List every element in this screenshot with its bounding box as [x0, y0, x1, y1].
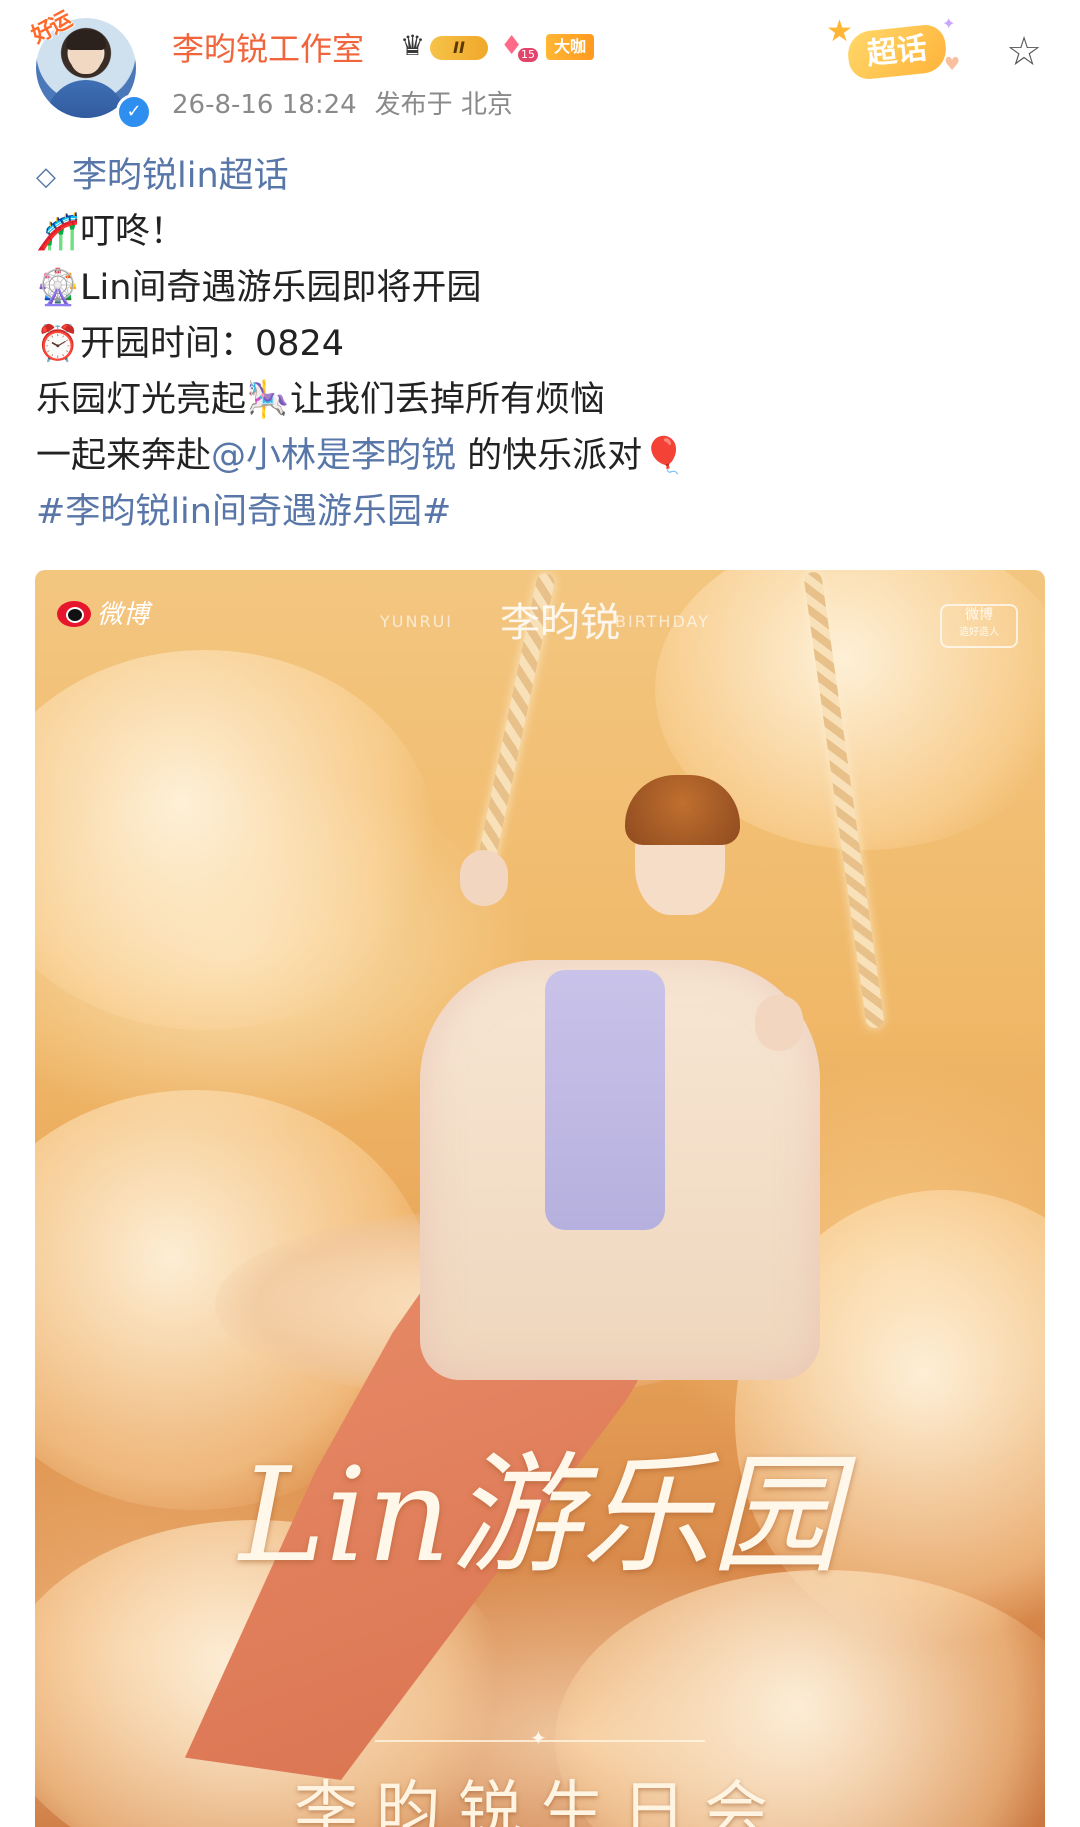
hashtag-line: #李昀锐lin间奇遇游乐园# [36, 484, 1046, 540]
poster-top-left-text: YUNRUI [380, 612, 453, 631]
post-image[interactable]: 微博 YUNRUI 李昀锐 BIRTHDAY 微博 造好造人 Lin游乐园 李昀… [35, 570, 1045, 1827]
alarm-clock-emoji-icon: ⏰ [36, 324, 80, 364]
vip-badge[interactable]: 大咖 [546, 34, 595, 60]
supertopic-label: 超话 [845, 23, 949, 81]
carousel-horse-emoji-icon: 🎠 [246, 380, 290, 420]
post-location: 发布于 北京 [374, 90, 513, 120]
text-line: 一起来奔赴@小林是李昀锐 的快乐派对🎈 [36, 428, 1046, 484]
diamond-icon: ◇ [36, 162, 56, 192]
fan-level-badge[interactable]: ♦ 15 [500, 32, 538, 64]
text-segment: 开园时间：0824 [80, 324, 345, 364]
crown-icon: ♛ [400, 29, 426, 62]
post-timestamp: 26-8-16 18:24 [172, 90, 357, 120]
roller-coaster-emoji-icon: 🎢 [36, 212, 80, 252]
poster-top-right-text: BIRTHDAY [615, 612, 710, 631]
figure-shirt [545, 970, 665, 1230]
poster-title: Lin游乐园 [239, 1439, 841, 1591]
hashtag-link[interactable]: #李昀锐lin间奇遇游乐园# [36, 492, 451, 532]
text-line: 🎡Lin间奇遇游乐园即将开园 [36, 260, 1046, 316]
member-level-badge[interactable]: ♛ II [400, 30, 492, 64]
heart-icon: ♥ [944, 54, 961, 75]
text-segment: 让我们丢掉所有烦恼 [290, 380, 606, 420]
text-segment: 乐园灯光亮起 [36, 380, 247, 420]
weibo-post: 好运 ✓ 李昀锐工作室 ♛ II ♦ 15 大咖 26-8-16 18:24 发布… [0, 0, 1080, 1827]
weibo-logo: 微博 [57, 594, 149, 631]
sparkle-icon: ✦ [942, 14, 956, 33]
poster-ornament [375, 1726, 705, 1750]
text-segment: 叮咚！ [80, 212, 186, 252]
star-outline-icon[interactable]: ☆ [1004, 32, 1044, 72]
text-segment: Lin间奇遇游乐园即将开园 [80, 268, 482, 308]
user-mention-link[interactable]: @小林是李昀锐 [211, 436, 456, 476]
text-line: 🎢叮咚！ [36, 204, 1046, 260]
poster-top-name: 李昀锐 [500, 600, 620, 646]
sparkle-star-icon: ★ [826, 14, 853, 49]
text-segment: 的快乐派对 [456, 436, 643, 476]
figure-hand [460, 850, 508, 906]
text-segment: 一起来奔赴 [36, 436, 212, 476]
post-meta: 26-8-16 18:24 发布于 北京 [172, 84, 513, 121]
poster-subtitle: 李昀锐生日会 [294, 1775, 786, 1827]
weibo-eye-icon [57, 601, 91, 627]
figure-hand [755, 995, 803, 1051]
username[interactable]: 李昀锐工作室 [172, 24, 364, 70]
balloon-emoji-icon: 🎈 [642, 436, 686, 476]
avatar[interactable]: 好运 ✓ [28, 8, 152, 130]
supertopic-link[interactable]: 李昀锐lin超话 [72, 156, 289, 196]
fan-level-number: 15 [518, 48, 538, 62]
member-level-label: II [430, 36, 488, 60]
post-text: ◇ 李昀锐lin超话 🎢叮咚！ 🎡Lin间奇遇游乐园即将开园 ⏰开园时间：0824… [36, 148, 1046, 540]
topic-link-line[interactable]: ◇ 李昀锐lin超话 [36, 148, 1046, 204]
supertopic-button[interactable]: ★ 超话 ✦ ♥ [826, 14, 966, 84]
text-line: ⏰开园时间：0824 [36, 316, 1046, 372]
poster-corner-logo: 微博 造好造人 [940, 604, 1018, 648]
verified-check-icon: ✓ [116, 94, 152, 130]
text-line: 乐园灯光亮起🎠让我们丢掉所有烦恼 [36, 372, 1046, 428]
ferris-wheel-emoji-icon: 🎡 [36, 268, 80, 308]
